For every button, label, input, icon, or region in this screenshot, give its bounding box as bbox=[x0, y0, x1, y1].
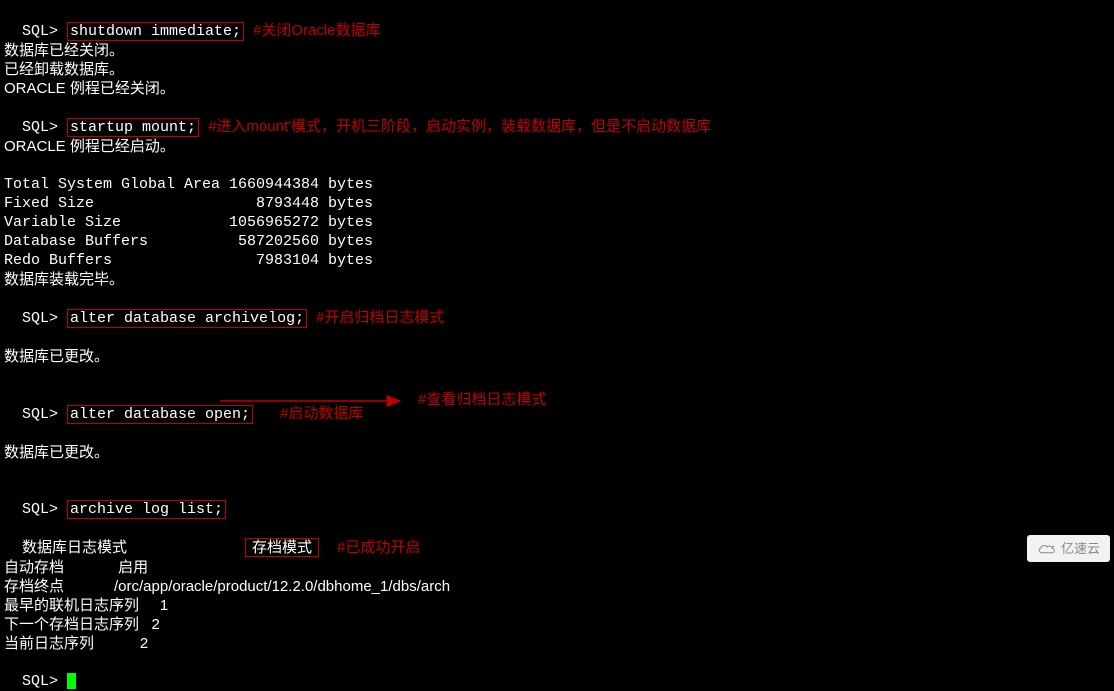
sql-prompt: SQL> bbox=[22, 501, 67, 518]
terminal-cursor bbox=[67, 673, 76, 689]
cmd-startup-mount: startup mount; bbox=[67, 118, 199, 137]
sga-fixed: Fixed Size 8793448 bytes bbox=[4, 194, 1110, 213]
out-db-closed: 数据库已经关闭。 bbox=[4, 41, 1110, 60]
line-autoarchive: 自动存档 启用 bbox=[4, 558, 1110, 577]
sql-prompt: SQL> bbox=[22, 119, 67, 136]
annot-archivelog: #开启归档日志模式 bbox=[316, 309, 444, 326]
line-next: 下一个存档日志序列 2 bbox=[4, 615, 1110, 634]
cmd-shutdown: shutdown immediate; bbox=[67, 22, 244, 41]
spacer bbox=[4, 424, 1110, 443]
cmd-archivelog: alter database archivelog; bbox=[67, 309, 307, 328]
out-db-altered1: 数据库已更改。 bbox=[4, 347, 1110, 366]
annot-open: #启动数据库 bbox=[280, 405, 363, 422]
out-instance-closed: ORACLE 例程已经关闭。 bbox=[4, 79, 1110, 98]
line-cmd5: SQL> archive log list; bbox=[4, 481, 1110, 519]
spacer bbox=[4, 156, 1110, 175]
cloud-icon bbox=[1037, 542, 1057, 556]
spacer bbox=[4, 366, 1110, 385]
sga-variable: Variable Size 1056965272 bytes bbox=[4, 213, 1110, 232]
line-oldest: 最早的联机日志序列 1 bbox=[4, 596, 1110, 615]
watermark-text: 亿速云 bbox=[1061, 539, 1100, 558]
annot-success: #已成功开启 bbox=[337, 539, 420, 556]
line-current: 当前日志序列 2 bbox=[4, 634, 1110, 653]
line-cmd2: SQL> startup mount; #进入mount'模式，开机三阶段，启动… bbox=[4, 98, 1110, 137]
sga-redo: Redo Buffers 7983104 bytes bbox=[4, 251, 1110, 270]
sql-prompt: SQL> bbox=[22, 23, 67, 40]
line-cmd1: SQL> shutdown immediate; #关闭Oracle数据库 bbox=[4, 2, 1110, 41]
sga-dbbuffers: Database Buffers 587202560 bytes bbox=[4, 232, 1110, 251]
spacer bbox=[4, 462, 1110, 481]
out-db-mounted: 数据库装载完毕。 bbox=[4, 270, 1110, 289]
spacer bbox=[4, 328, 1110, 347]
annot-mount: #进入mount'模式，开机三阶段，启动实例，装载数据库，但是不启动数据库 bbox=[208, 118, 711, 135]
out-instance-started: ORACLE 例程已经启动。 bbox=[4, 137, 1110, 156]
out-db-altered2: 数据库已更改。 bbox=[4, 443, 1110, 462]
line-cmd3: SQL> alter database archivelog; #开启归档日志模… bbox=[4, 289, 1110, 328]
sql-prompt: SQL> bbox=[22, 310, 67, 327]
cmd-open: alter database open; bbox=[67, 405, 253, 424]
value-archive-mode: 存档模式 bbox=[245, 538, 319, 557]
line-archdest: 存档终点 /orc/app/oracle/product/12.2.0/dbho… bbox=[4, 577, 1110, 596]
label-logmode: 数据库日志模式 bbox=[22, 539, 127, 556]
line-prompt-cursor[interactable]: SQL> bbox=[4, 653, 1110, 691]
cmd-archive-list: archive log list; bbox=[67, 500, 226, 519]
line-logmode: 数据库日志模式 存档模式 #已成功开启 bbox=[4, 519, 1110, 558]
annot-shutdown: #关闭Oracle数据库 bbox=[253, 22, 381, 39]
line-cmd4: SQL> alter database open; #启动数据库 bbox=[4, 385, 1110, 424]
watermark: 亿速云 bbox=[1027, 535, 1110, 562]
sga-total: Total System Global Area 1660944384 byte… bbox=[4, 175, 1110, 194]
out-db-dismounted: 已经卸载数据库。 bbox=[4, 60, 1110, 79]
annot-check-archive: #查看归档日志模式 bbox=[418, 390, 546, 409]
sql-prompt: SQL> bbox=[22, 673, 67, 690]
sql-prompt: SQL> bbox=[22, 406, 67, 423]
